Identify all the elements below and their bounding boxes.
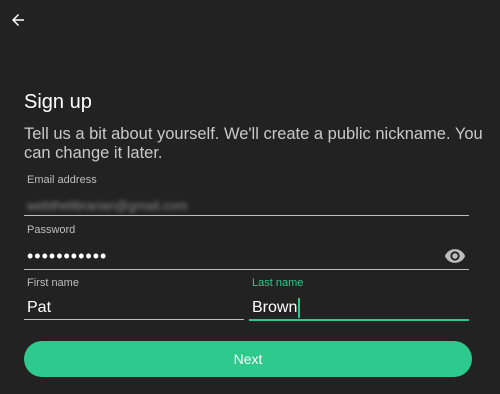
toggle-password-visibility-button[interactable] [441, 244, 469, 268]
page-subtitle: Tell us a bit about yourself. We'll crea… [24, 125, 483, 162]
email-field-value: webthelibrarian@gmail.com [27, 198, 188, 213]
last-name-field-label: Last name [252, 277, 304, 289]
sign-up-screen: Sign up Tell us a bit about yourself. We… [0, 0, 500, 394]
password-field-value: ••••••••••• [27, 246, 108, 266]
first-name-field-value: Pat [27, 299, 52, 316]
password-field[interactable]: Password ••••••••••• [24, 224, 469, 270]
last-name-field-value-wrapper: Brown [252, 298, 301, 318]
next-button[interactable]: Next [24, 341, 472, 377]
first-name-field-label: First name [27, 277, 79, 289]
last-name-field-value: Brown [252, 299, 298, 316]
arrow-left-icon [12, 14, 24, 26]
back-button[interactable] [6, 8, 30, 32]
first-name-field[interactable]: First name Pat [24, 277, 244, 320]
last-name-field[interactable]: Last name Brown [249, 277, 469, 321]
eye-icon [444, 249, 466, 263]
page-title: Sign up [24, 91, 92, 113]
email-field[interactable]: Email address webthelibrarian@gmail.com [24, 174, 469, 216]
text-cursor [298, 298, 301, 318]
email-field-label: Email address [27, 174, 97, 186]
password-field-label: Password [27, 224, 76, 236]
